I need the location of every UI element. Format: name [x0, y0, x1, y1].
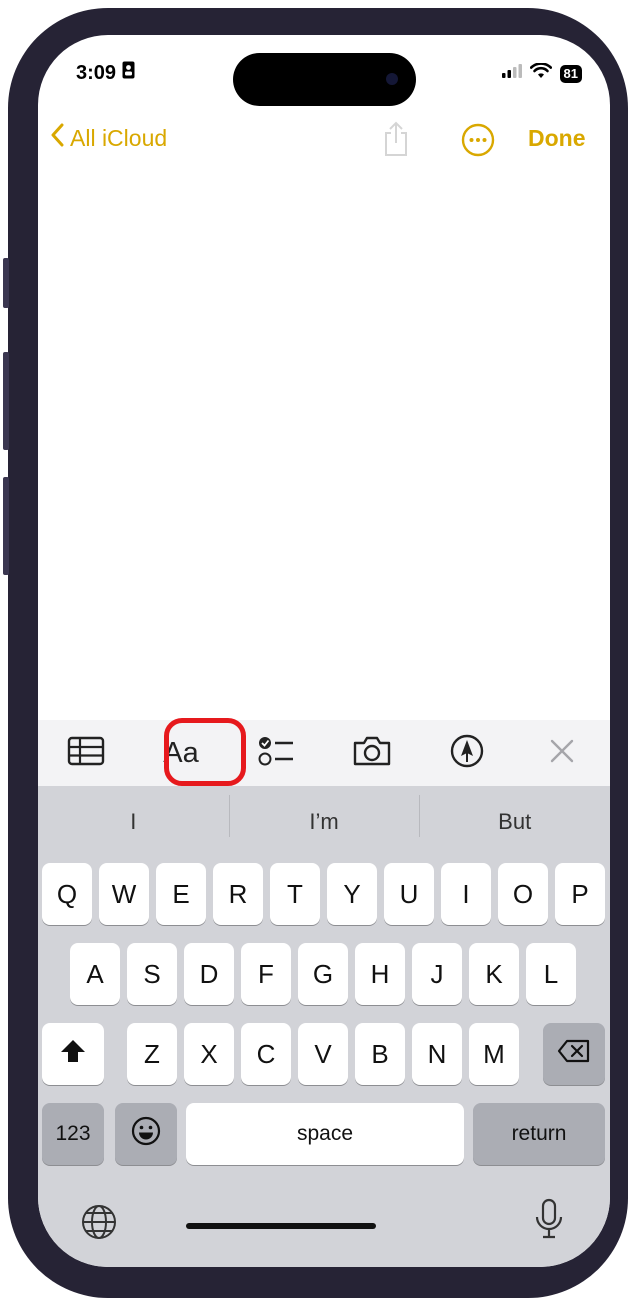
key-b[interactable]: B [355, 1023, 405, 1085]
key-f[interactable]: F [241, 943, 291, 1005]
key-h[interactable]: H [355, 943, 405, 1005]
key-v[interactable]: V [298, 1023, 348, 1085]
wifi-icon [529, 62, 552, 84]
checklist-icon [257, 734, 295, 773]
predictive-text-bar: I I’m But [38, 786, 610, 858]
key-w[interactable]: W [99, 863, 149, 925]
status-time: 3:09 [76, 61, 117, 84]
table-icon [67, 736, 105, 771]
camera-button[interactable] [342, 728, 402, 778]
backspace-icon [557, 1039, 591, 1070]
key-t[interactable]: T [270, 863, 320, 925]
key-i[interactable]: I [441, 863, 491, 925]
suggestion-1[interactable]: I [38, 809, 229, 835]
key-p[interactable]: P [555, 863, 605, 925]
screen: 3:09 81 All iCloud Done Aa I I’m But Q W… [38, 35, 610, 1267]
camera-icon [352, 735, 392, 772]
key-j[interactable]: J [412, 943, 462, 1005]
key-o[interactable]: O [498, 863, 548, 925]
back-label: All iCloud [70, 124, 168, 151]
note-body[interactable] [38, 165, 610, 720]
share-icon[interactable] [382, 121, 410, 162]
checklist-button[interactable] [246, 728, 306, 778]
camera-lens [386, 73, 398, 85]
key-n[interactable]: N [412, 1023, 462, 1085]
keyboard: I I’m But Q W E R T Y U I O P A S D F G … [38, 786, 610, 1267]
key-x[interactable]: X [184, 1023, 234, 1085]
back-button[interactable]: All iCloud [50, 123, 167, 153]
table-button[interactable] [56, 728, 116, 778]
cellular-signal-icon [501, 64, 522, 83]
suggestion-3[interactable]: But [419, 795, 610, 837]
key-g[interactable]: G [298, 943, 348, 1005]
action-button [3, 258, 9, 308]
space-key[interactable]: space [186, 1103, 464, 1165]
key-e[interactable]: E [156, 863, 206, 925]
globe-icon[interactable] [80, 1203, 118, 1246]
microphone-icon[interactable] [534, 1198, 564, 1245]
markup-pen-icon [449, 733, 485, 774]
close-toolbar-button[interactable] [532, 728, 592, 778]
done-button[interactable]: Done [528, 125, 586, 152]
volume-down-button [3, 477, 9, 575]
emoji-smiley-icon [131, 1116, 161, 1153]
status-bar-left: 3:09 [76, 61, 135, 85]
dynamic-island [233, 53, 416, 106]
delete-key[interactable] [543, 1023, 605, 1085]
more-options-icon[interactable] [461, 123, 495, 162]
key-k[interactable]: K [469, 943, 519, 1005]
return-key[interactable]: return [473, 1103, 605, 1165]
close-icon [549, 738, 575, 769]
format-toolbar: Aa [38, 720, 610, 786]
navigation-bar: All iCloud Done [38, 121, 610, 161]
key-a[interactable]: A [70, 943, 120, 1005]
key-c[interactable]: C [241, 1023, 291, 1085]
home-indicator[interactable] [186, 1223, 376, 1229]
key-l[interactable]: L [526, 943, 576, 1005]
markup-button[interactable] [437, 728, 497, 778]
key-d[interactable]: D [184, 943, 234, 1005]
numbers-key[interactable]: 123 [42, 1103, 104, 1165]
battery-indicator: 81 [559, 64, 582, 83]
suggestion-2[interactable]: I’m [228, 795, 420, 837]
key-m[interactable]: M [469, 1023, 519, 1085]
key-u[interactable]: U [384, 863, 434, 925]
emoji-key[interactable] [115, 1103, 177, 1165]
shift-arrow-icon [59, 1038, 87, 1071]
shift-key[interactable] [42, 1023, 104, 1085]
key-z[interactable]: Z [127, 1023, 177, 1085]
key-r[interactable]: R [213, 863, 263, 925]
chevron-left-icon [50, 123, 64, 153]
volume-up-button [3, 352, 9, 450]
id-card-icon [122, 61, 135, 85]
highlight-annotation [164, 718, 246, 786]
key-y[interactable]: Y [327, 863, 377, 925]
status-bar-right: 81 [501, 62, 582, 84]
key-s[interactable]: S [127, 943, 177, 1005]
key-q[interactable]: Q [42, 863, 92, 925]
